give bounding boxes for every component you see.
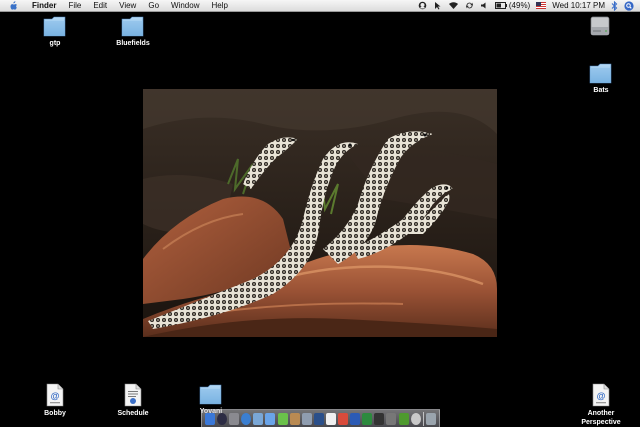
folder-icon [43, 16, 66, 37]
menu-go[interactable]: Go [142, 0, 165, 11]
desktop-icon-bats[interactable]: Bats [571, 62, 631, 95]
calendar-icon[interactable] [338, 412, 349, 425]
folder-icon [121, 16, 144, 37]
sync-icon[interactable] [465, 0, 474, 11]
web-location-icon: @ [46, 383, 64, 407]
web-location-icon: @ [592, 383, 610, 407]
apple-icon[interactable] [8, 0, 18, 11]
wifi-icon[interactable] [448, 0, 459, 11]
lizard-photo [143, 89, 497, 337]
excel-icon[interactable] [362, 412, 373, 425]
svg-text:@: @ [597, 391, 606, 401]
dashboard-icon[interactable] [217, 412, 228, 425]
finder-icon[interactable] [205, 412, 215, 425]
folder-icon [199, 384, 222, 405]
menu-edit[interactable]: Edit [87, 0, 113, 11]
battery-percent: (49%) [508, 1, 531, 10]
menu-view[interactable]: View [113, 0, 142, 11]
spotlight-icon[interactable] [624, 0, 634, 11]
support-icon[interactable] [418, 0, 427, 11]
menu-help[interactable]: Help [205, 0, 233, 11]
desktop-icon-label: Schedule [117, 410, 149, 417]
menu-app-name[interactable]: Finder [26, 0, 62, 11]
desktop-icon-label: gtp [49, 40, 61, 47]
addressbook-icon[interactable] [289, 412, 300, 425]
desktop-icon-label: Bobby [44, 410, 66, 417]
menu-bar: Finder File Edit View Go Window Help (49… [0, 0, 640, 12]
desktop-icon-gtp[interactable]: gtp [25, 15, 85, 48]
activity-icon[interactable] [398, 412, 409, 425]
calculator-icon[interactable] [386, 412, 397, 425]
document-icon [124, 383, 142, 407]
desktop-icon-label: Bats [593, 87, 609, 94]
clock[interactable]: Wed 10:17 PM [552, 0, 605, 11]
photoshop-icon[interactable] [313, 412, 324, 425]
system-preferences-icon[interactable] [229, 412, 240, 425]
itunes-icon[interactable] [265, 412, 276, 425]
terminal-icon[interactable] [374, 412, 385, 425]
dock-separator [422, 411, 424, 426]
desktop-icon-schedule[interactable]: Schedule [103, 383, 163, 418]
desktop-icon-label: Bluefields [116, 40, 150, 47]
ichat-icon[interactable] [277, 412, 288, 425]
safari-icon[interactable] [241, 412, 252, 425]
svg-text:@: @ [51, 391, 60, 401]
mail-icon[interactable] [253, 412, 264, 425]
trash-icon[interactable] [425, 412, 436, 425]
battery-icon[interactable] [494, 0, 507, 11]
textedit-icon[interactable] [325, 412, 336, 425]
volume-icon[interactable] [480, 0, 489, 11]
chess-icon[interactable] [410, 412, 421, 425]
dock [201, 409, 440, 427]
desktop-icon-bluefields[interactable]: Bluefields [103, 15, 163, 48]
menu-window[interactable]: Window [165, 0, 205, 11]
flag-icon[interactable] [536, 0, 547, 11]
bluetooth-icon[interactable] [611, 0, 618, 11]
folder-icon [589, 63, 612, 84]
desktop-icon-hard-drive[interactable] [570, 14, 630, 40]
hard-drive-icon [590, 16, 610, 36]
desktop-picture [143, 89, 497, 337]
desktop-icon-bobby[interactable]: @ Bobby [25, 383, 85, 418]
preview-icon[interactable] [301, 412, 312, 425]
desktop-icon-another-perspective[interactable]: @ Another Perspective [571, 383, 631, 427]
cursor-icon[interactable] [433, 0, 442, 11]
menu-file[interactable]: File [62, 0, 87, 11]
desktop-icon-label: Another Perspective [581, 410, 621, 426]
word-icon[interactable] [350, 412, 361, 425]
